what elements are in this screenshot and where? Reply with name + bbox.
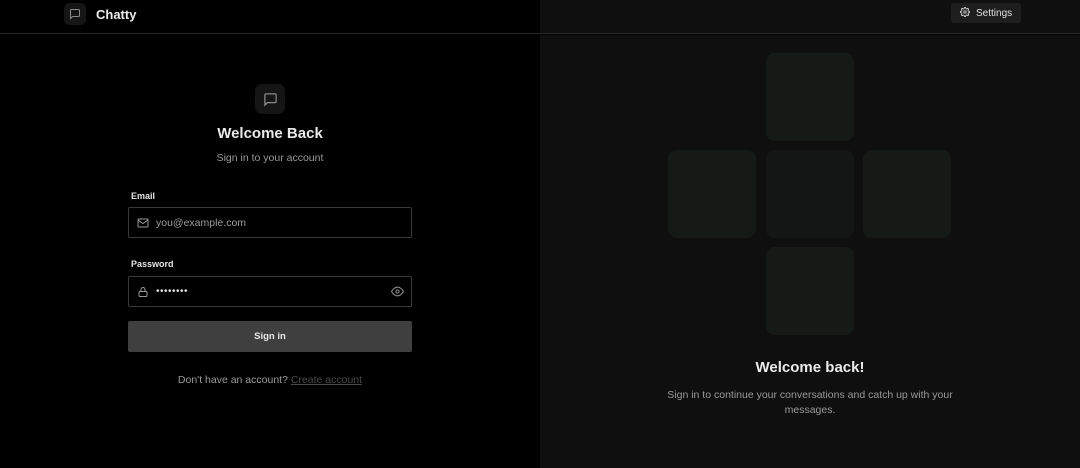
create-account-link[interactable]: Create account [291,374,362,386]
chat-bubble-icon [64,3,86,25]
settings-button[interactable]: Settings [951,3,1022,23]
mail-icon [130,217,156,229]
brand[interactable]: Chatty [64,3,136,25]
password-label: Password [131,259,174,269]
promo-title: Welcome back! [755,359,865,376]
signup-prompt: Don't have an account? Create account [0,374,540,386]
eye-icon[interactable] [383,285,411,298]
gear-icon [960,6,970,20]
decorative-tile [863,150,951,238]
password-value: •••••••• [156,286,189,297]
login-title: Welcome Back [217,125,323,142]
login-subtitle: Sign in to your account [216,152,324,164]
email-field[interactable]: you@example.com [128,207,412,238]
decorative-tile [766,247,854,335]
app-name: Chatty [96,6,137,22]
sign-in-button[interactable]: Sign in [128,321,412,352]
decorative-tile [668,150,756,238]
decorative-tile [766,53,854,141]
promo-panel: Welcome back! Sign in to continue your c… [540,35,1080,468]
decorative-tile [766,150,854,238]
chat-bubble-icon [255,84,285,114]
login-panel: Welcome Back Sign in to your account Ema… [0,35,540,468]
promo-text: Sign in to continue your conversations a… [667,389,953,416]
top-bar: Chatty Settings [0,0,1080,34]
email-label: Email [131,191,156,201]
signup-prompt-text: Don't have an account? [177,374,288,386]
lock-icon [130,286,156,298]
email-placeholder: you@example.com [156,216,247,229]
password-field[interactable]: •••••••• [128,276,412,307]
settings-label: Settings [976,7,1013,19]
